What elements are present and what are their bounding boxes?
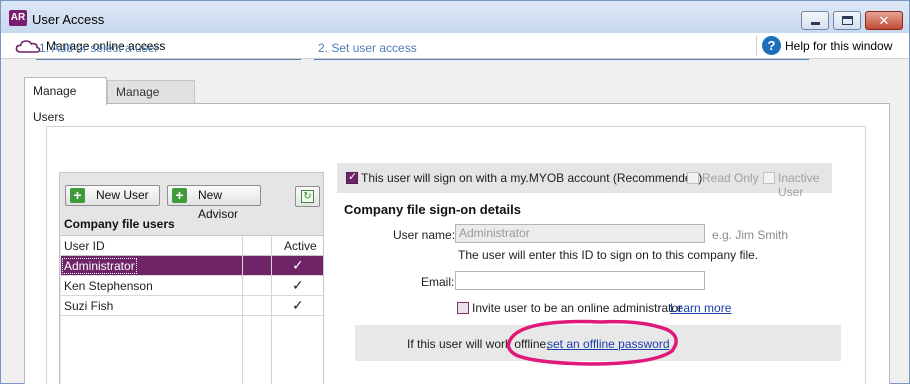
read-only-label: Read Only bbox=[702, 171, 759, 185]
close-button[interactable]: ✕ bbox=[865, 11, 903, 30]
myob-account-checkbox[interactable] bbox=[346, 170, 358, 184]
signon-details-heading: Company file sign-on details bbox=[344, 202, 521, 217]
tab-manage-roles[interactable]: Manage Roles bbox=[107, 80, 195, 121]
user-id-cell: Ken Stephenson bbox=[64, 279, 153, 293]
users-table: User ID Active Administrator ✓ Ken Steph… bbox=[61, 235, 323, 384]
learn-more-link[interactable]: Learn more bbox=[670, 301, 731, 315]
username-label: User name: bbox=[393, 228, 456, 242]
users-panel: + New User + New Advisor ↻ Company file … bbox=[59, 172, 324, 384]
username-hint: e.g. Jim Smith bbox=[712, 228, 789, 242]
username-field[interactable]: Administrator bbox=[455, 224, 705, 243]
tab-manage-users[interactable]: Manage Users bbox=[24, 77, 107, 124]
table-header: User ID Active bbox=[61, 236, 323, 256]
toolbar-divider bbox=[756, 36, 757, 56]
myob-account-label[interactable]: This user will sign on with a my.MYOB ac… bbox=[361, 171, 702, 185]
user-access-window: AR User Access ✕ Manage online access ? … bbox=[0, 0, 910, 384]
window-title: User Access bbox=[32, 12, 105, 27]
invite-admin-checkbox[interactable] bbox=[457, 302, 469, 314]
section-divider bbox=[314, 59, 809, 60]
new-user-label: New User bbox=[96, 188, 149, 202]
inactive-user-label: Inactive User bbox=[778, 171, 820, 199]
username-note: The user will enter this ID to sign on t… bbox=[458, 248, 759, 262]
company-file-users-label: Company file users bbox=[64, 217, 175, 231]
column-divider bbox=[271, 236, 272, 384]
user-id-cell: Suzi Fish bbox=[64, 299, 114, 313]
close-icon: ✕ bbox=[878, 13, 890, 28]
section-divider bbox=[36, 59, 301, 60]
column-header-user-id[interactable]: User ID bbox=[64, 239, 105, 253]
email-field[interactable] bbox=[455, 271, 705, 290]
access-options-bar: This user will sign on with a my.MYOB ac… bbox=[337, 163, 832, 199]
column-header-active[interactable]: Active bbox=[284, 239, 317, 253]
email-label: Email: bbox=[421, 275, 455, 289]
active-check-icon: ✓ bbox=[292, 297, 304, 313]
help-link[interactable]: Help for this window bbox=[785, 39, 892, 53]
refresh-button[interactable]: ↻ bbox=[295, 186, 320, 207]
table-row[interactable]: Suzi Fish ✓ bbox=[61, 296, 323, 316]
maximize-icon bbox=[842, 16, 853, 25]
app-logo-icon: AR bbox=[9, 10, 27, 26]
table-row[interactable]: Ken Stephenson ✓ bbox=[61, 276, 323, 296]
section-heading-user-access: 2. Set user access bbox=[318, 41, 417, 55]
minimize-icon bbox=[811, 22, 820, 25]
cloud-icon bbox=[15, 40, 41, 53]
new-advisor-label: New Advisor bbox=[198, 188, 239, 221]
inactive-user-checkbox[interactable] bbox=[763, 172, 775, 184]
new-advisor-button[interactable]: + New Advisor bbox=[167, 185, 261, 221]
column-divider bbox=[242, 236, 243, 384]
add-icon: + bbox=[172, 188, 187, 203]
highlight-circle bbox=[506, 319, 678, 366]
invite-admin-label[interactable]: Invite user to be an online administrato… bbox=[472, 301, 682, 315]
refresh-icon: ↻ bbox=[301, 190, 314, 203]
read-only-checkbox[interactable] bbox=[687, 172, 699, 184]
active-check-icon: ✓ bbox=[292, 257, 304, 273]
table-row[interactable]: Administrator ✓ bbox=[61, 256, 323, 276]
maximize-button[interactable] bbox=[833, 11, 861, 30]
user-id-cell: Administrator bbox=[62, 258, 137, 274]
add-icon: + bbox=[70, 188, 85, 203]
new-user-button[interactable]: + New User bbox=[65, 185, 160, 206]
title-bar[interactable]: AR User Access ✕ bbox=[1, 1, 909, 33]
section-heading-add-user: 1. Add or select a user bbox=[39, 41, 159, 55]
help-icon[interactable]: ? bbox=[762, 36, 781, 55]
active-check-icon: ✓ bbox=[292, 277, 304, 293]
minimize-button[interactable] bbox=[801, 11, 829, 30]
